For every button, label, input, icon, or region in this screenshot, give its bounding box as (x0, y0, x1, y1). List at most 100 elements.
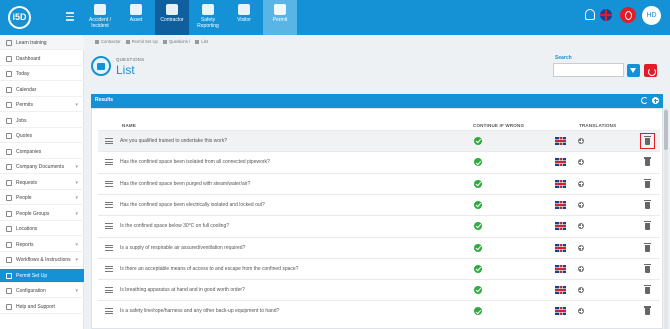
app-logo[interactable]: i5D (8, 6, 31, 29)
add-question-icon[interactable] (652, 97, 659, 104)
add-translation-icon[interactable] (578, 265, 584, 272)
trash-icon[interactable] (644, 199, 651, 209)
add-translation-icon[interactable] (578, 244, 584, 251)
sidebar-item-locations[interactable]: Locations (0, 222, 84, 236)
table-row[interactable]: Has the confined space been purged with … (98, 172, 660, 195)
sidebar-item-help-and-support[interactable]: Help and Support (0, 300, 84, 314)
sidebar-item-dashboard[interactable]: Dashboard (0, 52, 84, 66)
menu-toggle-icon[interactable] (66, 12, 74, 21)
question-name[interactable]: Is there an acceptable means of access t… (120, 259, 298, 280)
chevron-down-icon[interactable]: ▾ (75, 284, 78, 298)
language-flag-icon[interactable] (600, 9, 612, 21)
trash-icon[interactable] (644, 178, 651, 188)
sidebar-item-quotes[interactable]: Quotes (0, 129, 84, 143)
add-translation-icon[interactable] (578, 201, 584, 208)
scrollbar[interactable] (664, 108, 668, 329)
sidebar-item-company-documents[interactable]: Company Documents ▾ (0, 160, 84, 174)
sidebar-item-requests[interactable]: Requests ▾ (0, 176, 84, 190)
table-row[interactable]: Is a supply of respirable air assured/ve… (98, 236, 660, 259)
module-contractor[interactable]: Contractor (155, 0, 189, 35)
trash-icon[interactable] (644, 306, 651, 316)
emergency-icon[interactable] (620, 7, 636, 23)
uk-flag-icon[interactable] (555, 307, 566, 316)
drag-handle-icon[interactable] (105, 138, 113, 144)
question-name[interactable]: Is breathing apparatus at hand and in go… (120, 280, 245, 301)
chevron-down-icon[interactable]: ▾ (75, 160, 78, 174)
reset-search-button[interactable] (644, 64, 657, 77)
question-name[interactable]: Has the confined space been electrically… (120, 195, 265, 216)
module-safety-reporting[interactable]: Safety Reporting (191, 0, 225, 35)
uk-flag-icon[interactable] (555, 222, 566, 231)
trash-icon[interactable] (644, 157, 651, 167)
chevron-down-icon[interactable]: ▾ (75, 176, 78, 190)
trash-icon[interactable] (644, 285, 651, 295)
drag-handle-icon[interactable] (105, 223, 113, 230)
breadcrumb-item[interactable]: Permit Set Up (132, 39, 158, 44)
add-translation-icon[interactable] (578, 180, 584, 187)
sidebar-item-reports[interactable]: Reports ▾ (0, 238, 84, 252)
add-translation-icon[interactable] (578, 308, 584, 315)
question-name[interactable]: Is the confined space below 30°C on full… (120, 216, 229, 237)
uk-flag-icon[interactable] (555, 243, 566, 252)
sidebar-item-calendar[interactable]: Calendar (0, 83, 84, 97)
drag-handle-icon[interactable] (105, 201, 113, 208)
table-row[interactable]: Is a safety line/rope/harness and any ot… (98, 300, 660, 321)
column-header-name[interactable]: NAME (122, 123, 136, 128)
sidebar-item-today[interactable]: Today (0, 67, 84, 81)
table-row[interactable]: Has the confined space been isolated fro… (98, 151, 660, 172)
user-avatar[interactable]: HD (642, 6, 661, 25)
uk-flag-icon[interactable] (555, 264, 566, 273)
sidebar-item-people[interactable]: People ▾ (0, 191, 84, 205)
breadcrumb-item[interactable]: Questions (169, 39, 188, 44)
uk-flag-icon[interactable] (555, 137, 566, 145)
add-translation-icon[interactable] (578, 159, 584, 166)
table-row[interactable]: Is breathing apparatus at hand and in go… (98, 279, 660, 300)
drag-handle-icon[interactable] (105, 244, 113, 251)
table-row[interactable]: Is the confined space below 30°C on full… (98, 215, 660, 236)
add-translation-icon[interactable] (578, 223, 584, 230)
chevron-down-icon[interactable]: ▾ (75, 238, 78, 252)
uk-flag-icon[interactable] (555, 286, 566, 295)
trash-icon[interactable] (644, 136, 651, 145)
chevron-down-icon[interactable]: ▾ (75, 98, 78, 112)
chevron-down-icon[interactable]: ▾ (75, 253, 78, 267)
uk-flag-icon[interactable] (555, 158, 566, 167)
sidebar-item-permits[interactable]: Permits ▾ (0, 98, 84, 112)
question-name[interactable]: Has the confined space been isolated fro… (120, 152, 270, 173)
sidebar-item-people-groups[interactable]: People Groups ▾ (0, 207, 84, 221)
module-accident-incident[interactable]: Accident / Incident (83, 0, 117, 35)
question-name[interactable]: Is a safety line/rope/harness and any ot… (120, 301, 279, 322)
refresh-icon[interactable] (641, 97, 648, 104)
uk-flag-icon[interactable] (555, 179, 566, 188)
question-name[interactable]: Is a supply of respirable air assured/ve… (120, 238, 245, 259)
sidebar-item-permit-set-up[interactable]: Permit Set Up (0, 268, 84, 283)
table-row[interactable]: Has the confined space been electrically… (98, 193, 660, 216)
sidebar-item-configuration[interactable]: Configuration ▾ (0, 284, 84, 298)
module-visitor[interactable]: Visitor (227, 0, 261, 35)
drag-handle-icon[interactable] (105, 308, 113, 315)
chevron-down-icon[interactable]: ▾ (75, 191, 78, 205)
add-translation-icon[interactable] (578, 138, 584, 144)
question-name[interactable]: Has the confined space been purged with … (120, 174, 250, 195)
module-permit[interactable]: Permit (263, 0, 297, 35)
search-input[interactable] (553, 63, 624, 77)
sidebar-item-learn-training[interactable]: Learn training (0, 36, 84, 50)
add-translation-icon[interactable] (578, 287, 584, 294)
sidebar-item-jobs[interactable]: Jobs (0, 114, 84, 128)
question-name[interactable]: Are you qualified trained to undertake t… (120, 131, 227, 152)
trash-icon[interactable] (644, 221, 651, 231)
module-asset[interactable]: Asset (119, 0, 153, 35)
trash-icon[interactable] (644, 242, 651, 252)
drag-handle-icon[interactable] (105, 180, 113, 187)
filter-button[interactable] (627, 64, 640, 77)
table-row[interactable]: Are you qualified trained to undertake t… (98, 130, 660, 151)
column-header-continue[interactable]: CONTINUE IF WRONG (473, 123, 524, 128)
trash-icon[interactable] (644, 263, 651, 273)
drag-handle-icon[interactable] (105, 265, 113, 272)
drag-handle-icon[interactable] (105, 159, 113, 166)
uk-flag-icon[interactable] (555, 200, 566, 209)
table-row[interactable]: Is there an acceptable means of access t… (98, 257, 660, 280)
notification-bell-icon[interactable] (585, 9, 595, 20)
breadcrumb-item[interactable]: Contractor (101, 39, 121, 44)
sidebar-item-companies[interactable]: Companies (0, 145, 84, 159)
